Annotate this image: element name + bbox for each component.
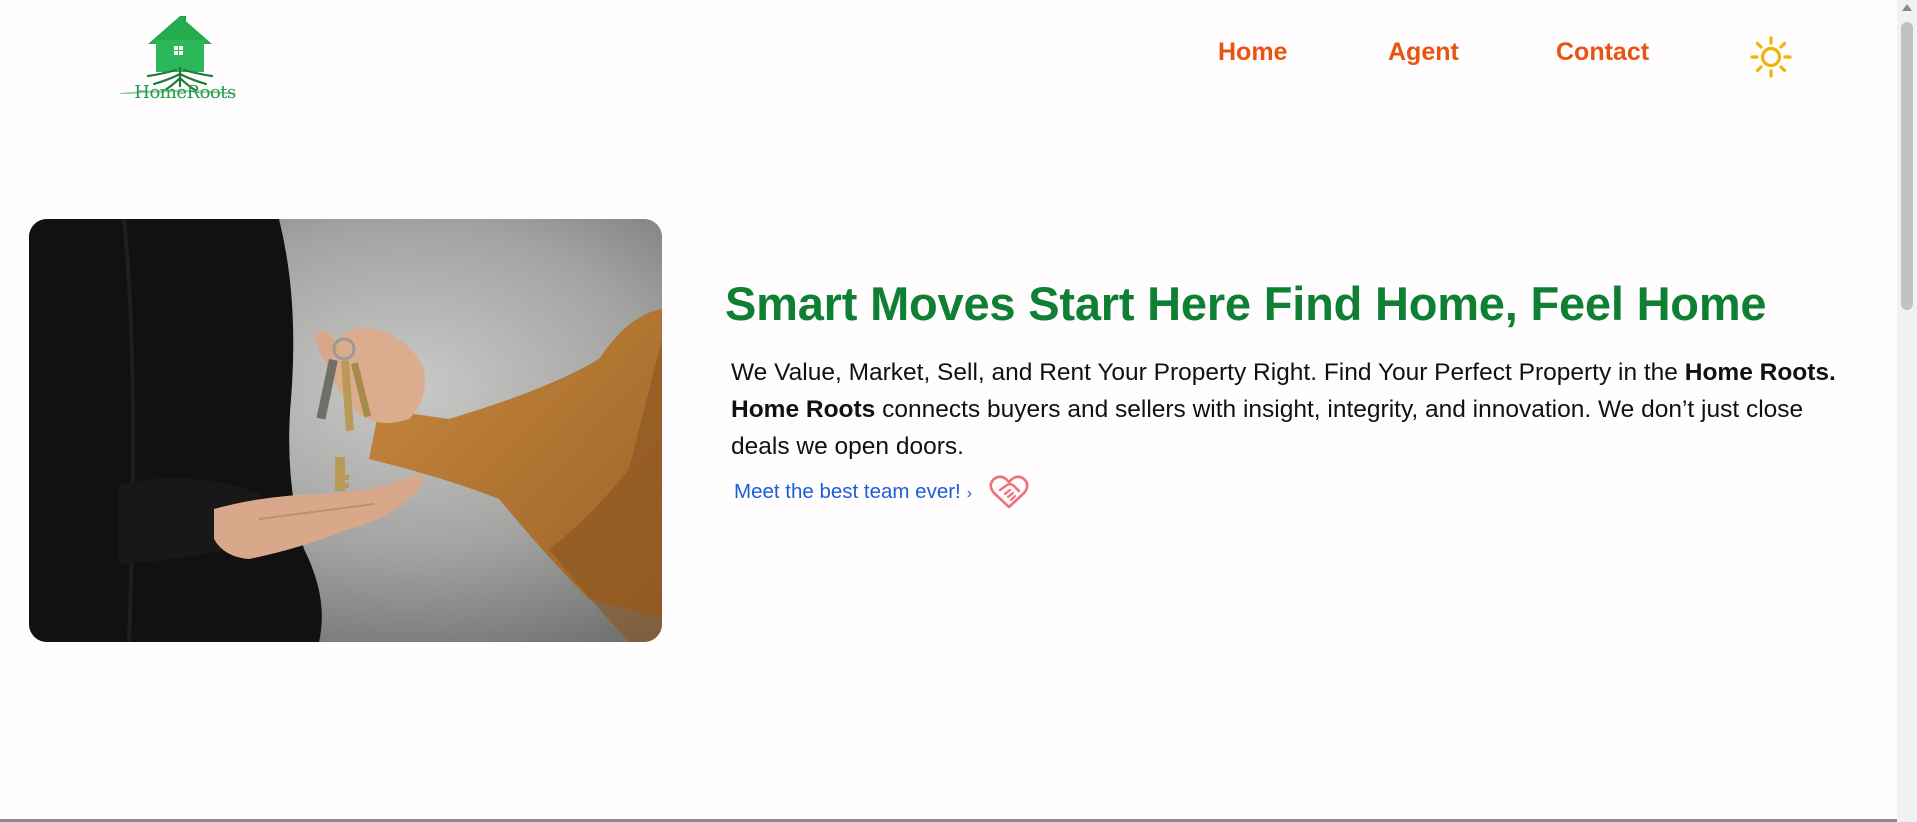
- hero-description-text-1: We Value, Market, Sell, and Rent Your Pr…: [731, 359, 1685, 386]
- handshake-heart-icon: [989, 474, 1029, 510]
- logo-text: HomeRoots: [134, 82, 236, 103]
- nav-contact-link[interactable]: Contact: [1556, 38, 1649, 67]
- chevron-right-icon: ›: [966, 485, 973, 502]
- hero-description-text-2: connects buyers and sellers with insight…: [731, 396, 1804, 460]
- theme-toggle-button[interactable]: [1750, 36, 1792, 78]
- nav-agent-link[interactable]: Agent: [1388, 38, 1459, 67]
- meet-team-link[interactable]: Meet the best team ever! ›: [734, 480, 972, 504]
- vertical-scrollbar[interactable]: [1897, 0, 1917, 822]
- scrollbar-thumb[interactable]: [1901, 22, 1913, 310]
- page: HomeRoots Home Agent Contact Smart Moves…: [0, 0, 1917, 822]
- nav-home-link[interactable]: Home: [1218, 38, 1287, 67]
- hero-description-bold-1: Home Roots.: [1684, 359, 1836, 386]
- hero-description-bold-2: Home Roots: [731, 396, 876, 423]
- hero-description: We Value, Market, Sell, and Rent Your Pr…: [731, 354, 1861, 465]
- hero-title: Smart Moves Start Here Find Home, Feel H…: [725, 277, 1767, 330]
- brand-logo[interactable]: HomeRoots: [118, 14, 238, 110]
- key-handover-photo: [29, 219, 662, 642]
- meet-team-link-label: Meet the best team ever!: [734, 480, 961, 503]
- scroll-up-arrow-icon[interactable]: [1902, 4, 1912, 11]
- sun-icon: [1750, 36, 1792, 78]
- hero-image: [29, 219, 662, 642]
